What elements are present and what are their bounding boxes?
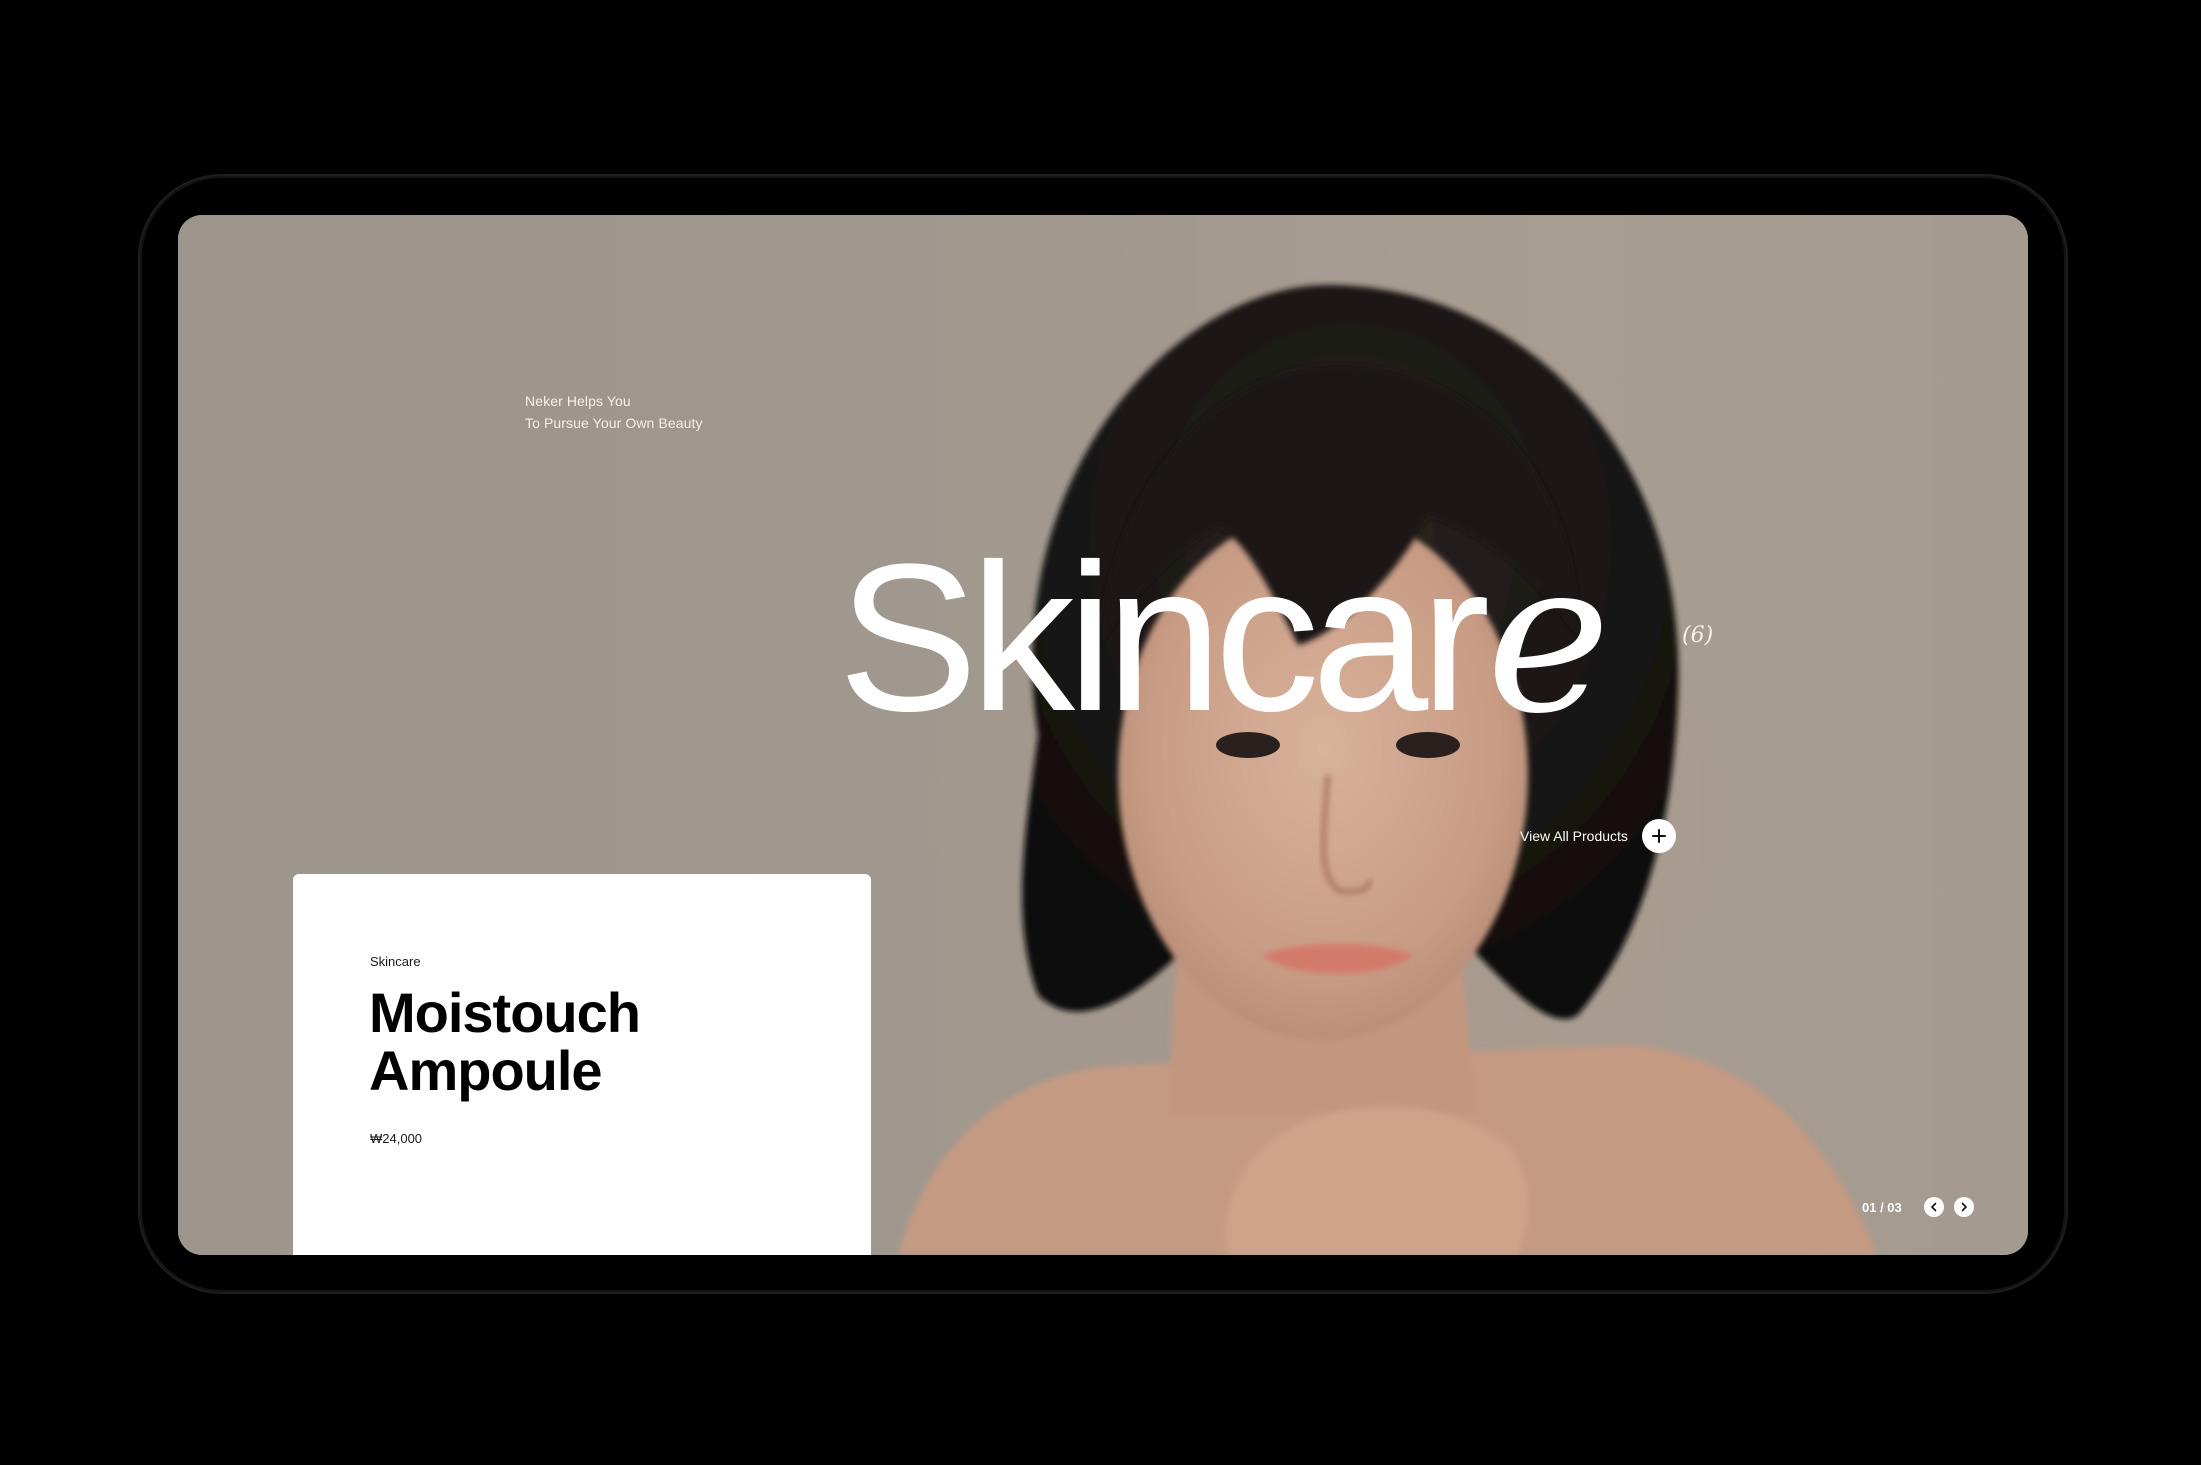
hero-screen: Neker Helps You To Pursue Your Own Beaut… <box>178 215 2028 1255</box>
product-title: Moistouch Ampoule <box>369 981 641 1102</box>
view-all-products-link[interactable]: View All Products <box>1520 819 1676 853</box>
product-count: (6) <box>1682 623 1714 648</box>
slide-pager: 01 / 03 <box>1862 1197 1984 1217</box>
product-title-line-1: Moistouch <box>369 981 641 1044</box>
slide-counter: 01 / 03 <box>1862 1199 1902 1215</box>
plus-icon[interactable] <box>1641 819 1676 853</box>
hero-title-last-letter: e <box>1486 515 1611 760</box>
hero-title-main: Skincar <box>838 520 1490 755</box>
tablet-frame: Neker Helps You To Pursue Your Own Beaut… <box>140 176 2066 1292</box>
featured-product-card[interactable]: Skincare Moistouch Ampoule ₩24,000 <box>293 874 871 1255</box>
tagline-line-2: To Pursue Your Own Beauty <box>525 415 703 431</box>
tagline-line-1: Neker Helps You <box>525 393 631 409</box>
product-category: Skincare <box>370 954 421 969</box>
chevron-left-icon[interactable] <box>1923 1197 1944 1217</box>
product-price: ₩24,000 <box>370 1131 423 1146</box>
hero-tagline: Neker Helps You To Pursue Your Own Beaut… <box>525 390 703 434</box>
chevron-right-icon[interactable] <box>1953 1197 1974 1217</box>
view-all-products-label: View All Products <box>1520 828 1628 844</box>
hero-title: Skincare <box>838 533 1611 743</box>
product-title-line-2: Ampoule <box>369 1039 603 1102</box>
